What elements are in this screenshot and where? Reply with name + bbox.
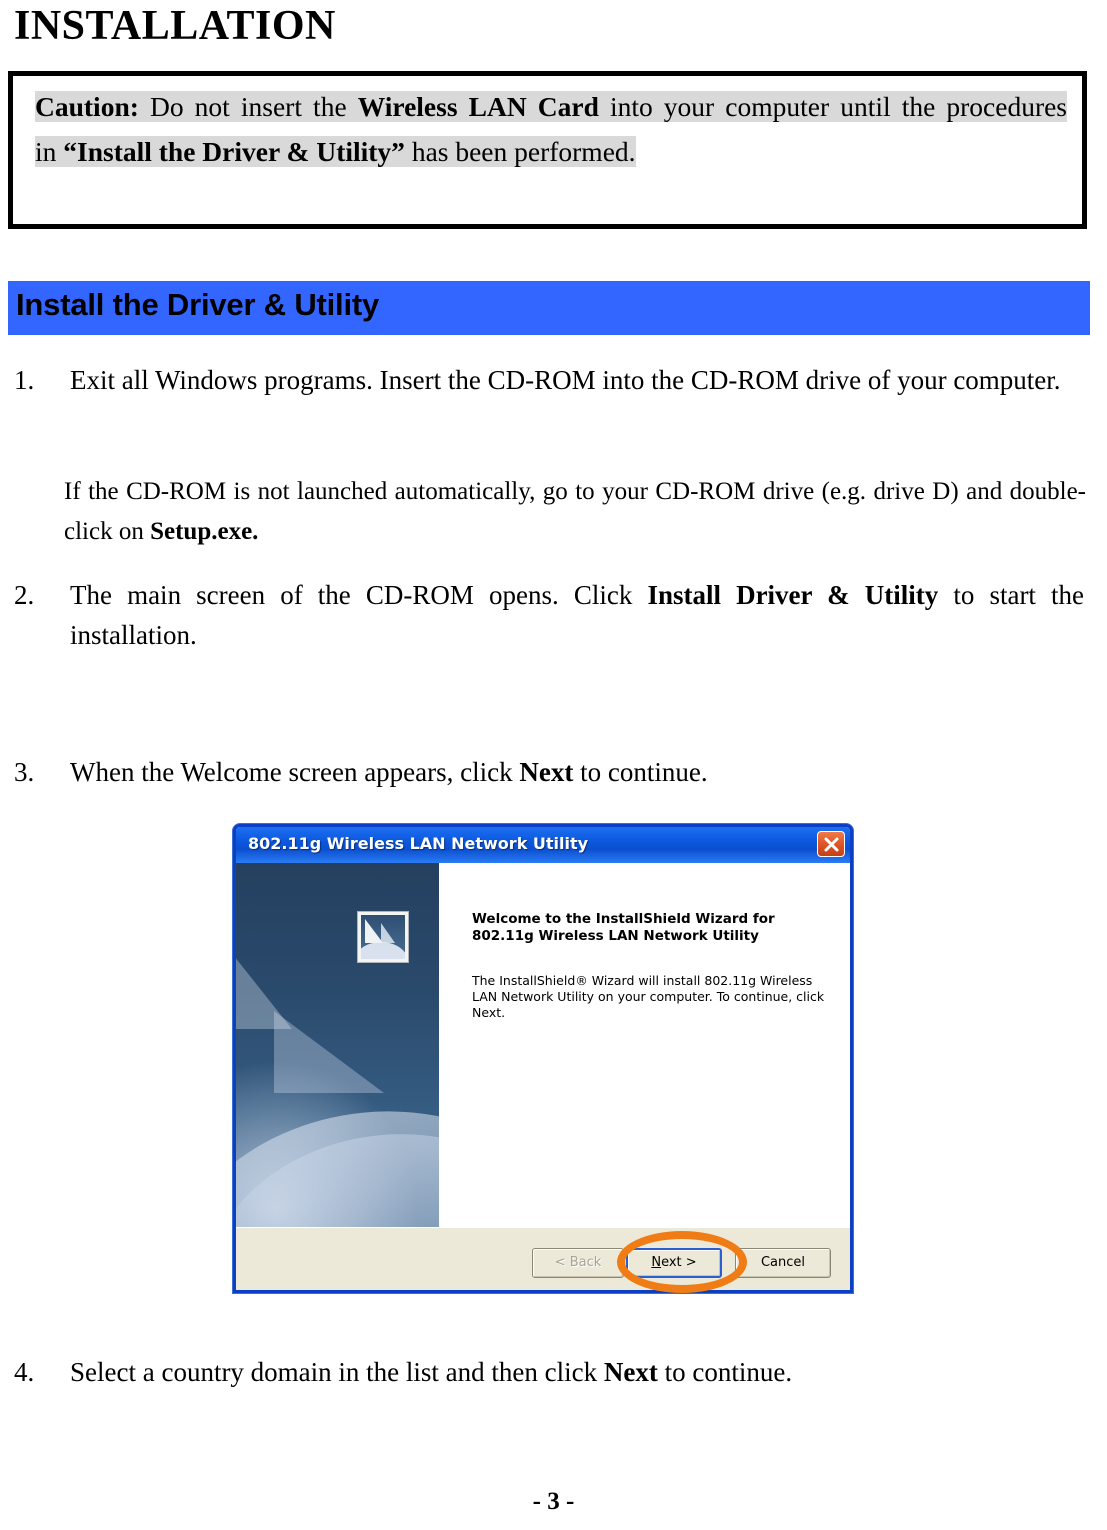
step-2: 2. The main screen of the CD-ROM opens. … [14,575,1084,655]
caution-label: Caution: [35,91,139,122]
section-banner: Install the Driver & Utility [8,281,1090,335]
step-3-text-part2: to continue. [580,757,708,787]
section-banner-label: Install the Driver & Utility [16,287,380,322]
step-3-emphasis: Next [519,757,574,787]
wizard-content-panel: Welcome to the InstallShield Wizard for … [439,863,850,1227]
caution-emphasis-install-driver-utility: “Install the Driver & Utility” [63,136,405,167]
step-3-text-part1: When the Welcome screen appears, click [70,757,513,787]
step-1: 1. Exit all Windows programs. Insert the… [14,360,1084,400]
step-1-number: 1. [14,365,35,395]
close-icon[interactable] [817,831,845,857]
cancel-button[interactable]: Cancel [735,1248,831,1278]
caution-text-part1: Do not insert the [149,91,347,122]
step-1-subparagraph: If the CD-ROM is not launched automatica… [64,472,1086,552]
back-button[interactable]: < Back [532,1248,624,1278]
sail-shape-icon [274,1011,384,1093]
page-number: - 3 - [532,1488,575,1515]
caution-box: Caution: Do not insert the Wireless LAN … [8,71,1087,229]
caution-text-part3: has been performed. [411,136,636,167]
installshield-app-icon [357,911,409,963]
step-4-text-part2: to continue. [664,1357,793,1387]
step-4-text-part1: Select a country domain in the list and … [70,1357,598,1387]
step-3-number: 3. [14,757,35,787]
step-4-number: 4. [14,1357,35,1387]
dialog-footer: < Back Next > Cancel [236,1227,850,1290]
step-3-text: When the Welcome screen appears, click N… [70,752,1084,792]
step-4-emphasis: Next [603,1357,658,1387]
next-button-mnemonic: N [651,1255,662,1270]
dialog-titlebar[interactable]: 802.11g Wireless LAN Network Utility [236,827,850,863]
step-1-text: Exit all Windows programs. Insert the CD… [70,365,1061,395]
step-4-text: Select a country domain in the list and … [70,1352,1084,1392]
step-2-emphasis: Install Driver & Utility [647,580,939,610]
dialog-title: 802.11g Wireless LAN Network Utility [248,834,589,853]
subparagraph-emphasis-setup-exe: Setup.exe. [150,518,259,545]
installshield-wizard-dialog[interactable]: 802.11g Wireless LAN Network Utility Wel… [233,824,853,1293]
caution-text: Caution: Do not insert the Wireless LAN … [35,84,1068,174]
dialog-body: Welcome to the InstallShield Wizard for … [236,863,850,1227]
next-button-label: ext > [661,1255,697,1270]
step-2-text-part1: The main screen of the CD-ROM opens. Cli… [70,580,633,610]
wizard-graphic-panel [236,863,439,1227]
step-2-text: The main screen of the CD-ROM opens. Cli… [70,575,1084,655]
next-button[interactable]: Next > [626,1248,722,1278]
step-3: 3. When the Welcome screen appears, clic… [14,752,1084,792]
step-4: 4. Select a country domain in the list a… [14,1352,1084,1392]
wizard-welcome-heading: Welcome to the InstallShield Wizard for … [472,911,775,944]
caution-emphasis-wireless-lan-card: Wireless LAN Card [357,91,599,122]
back-button-label: < Back [554,1255,602,1270]
wizard-welcome-body: The InstallShield® Wizard will install 8… [472,973,825,1020]
page-title: INSTALLATION [14,3,336,49]
step-2-number: 2. [14,580,35,610]
